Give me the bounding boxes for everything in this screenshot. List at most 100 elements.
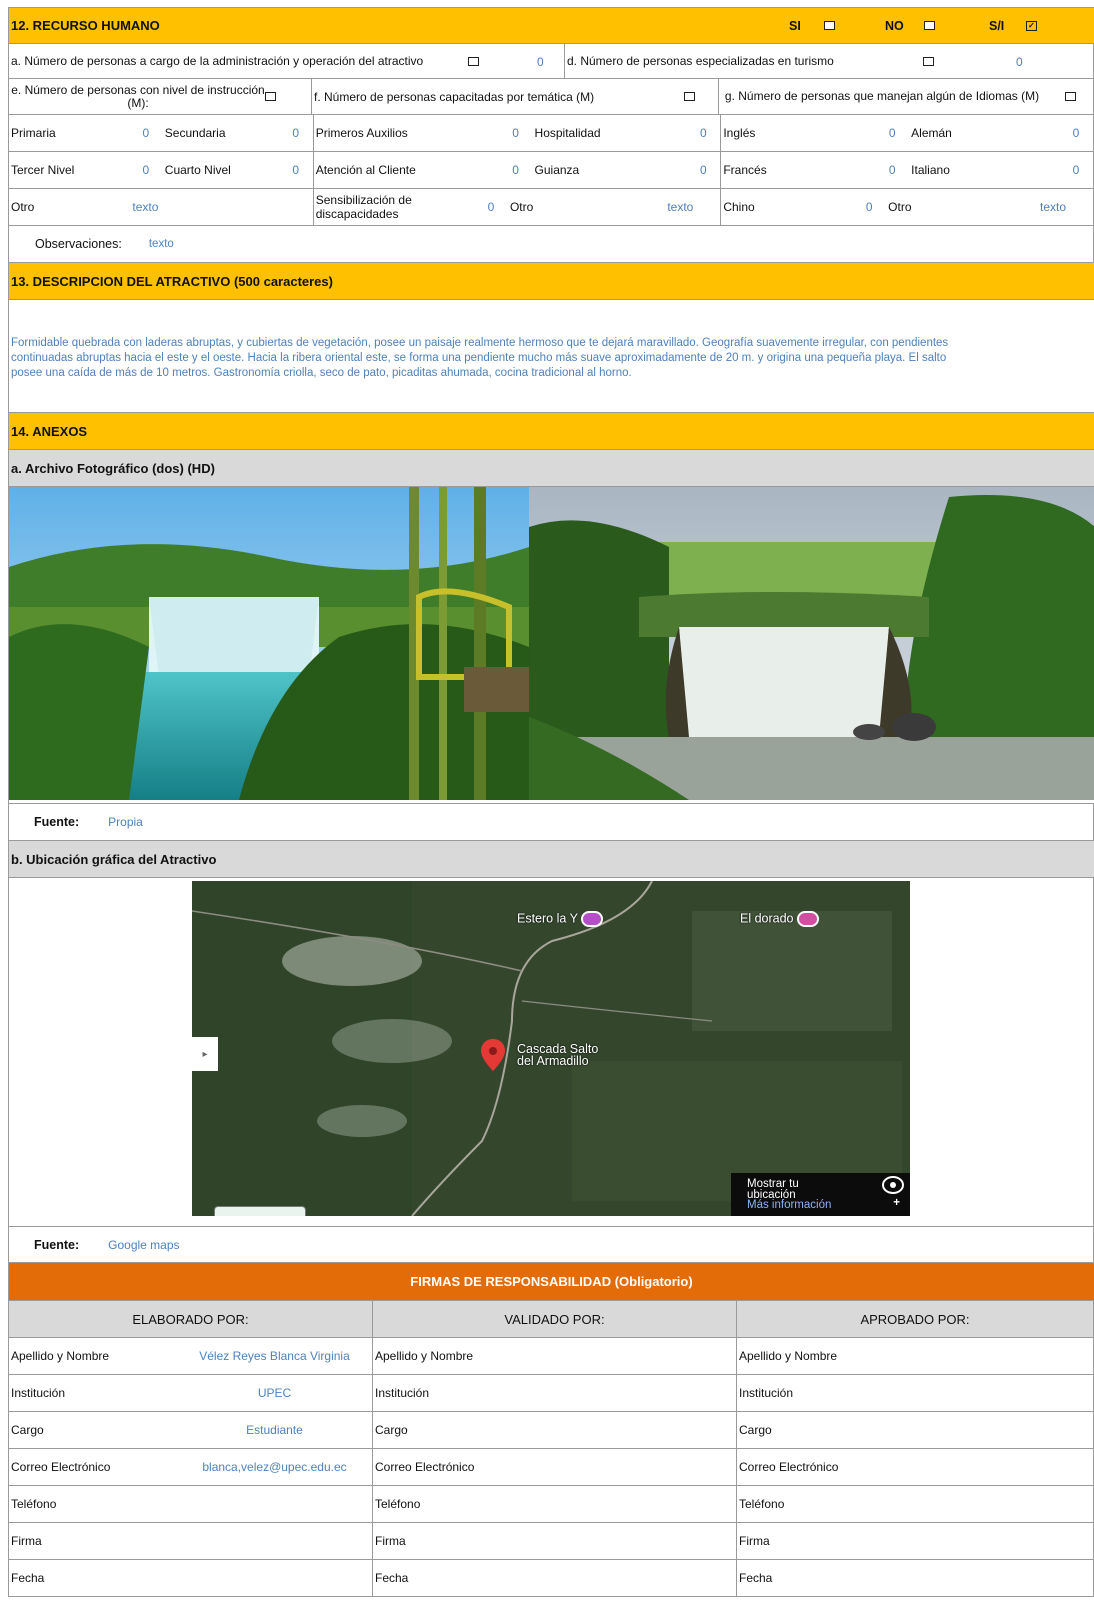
table-row: Otro texto Sensibilización de discapacidad… (8, 189, 1094, 226)
table-cell-group: Primeros Auxilios 0 Hospitalidad 0 (314, 115, 722, 151)
signature-field-value[interactable]: Vélez Reyes Blanca Virginia (179, 1349, 370, 1363)
description-line: Formidable quebrada con laderas abruptas… (11, 337, 949, 349)
signature-field-label: Cargo (375, 1423, 408, 1437)
signature-field-label: Apellido y Nombre (739, 1349, 838, 1363)
validado-cell[interactable]: Correo Electrónico (373, 1449, 737, 1485)
signature-field-label: Institución (739, 1386, 794, 1400)
section-14-header: 14. ANEXOS (8, 413, 1094, 450)
validado-cell[interactable]: Cargo (373, 1412, 737, 1448)
signatures-column-headers: ELABORADO POR: VALIDADO POR: APROBADO PO… (8, 1301, 1094, 1338)
table-label: Atención al Cliente (315, 163, 416, 177)
e-checkbox[interactable] (265, 92, 276, 101)
table-value: 0 (1072, 126, 1080, 140)
row-photo-source: Fuente: Propia (8, 804, 1094, 841)
map-pin-icon[interactable] (481, 1039, 505, 1071)
cell-observations: Observaciones: texto (9, 226, 1094, 262)
cell-e: e. Número de personas con nivel de instr… (9, 79, 312, 114)
aprobado-cell[interactable]: Institución (737, 1375, 1094, 1411)
signature-field-label: Correo Electrónico (375, 1460, 475, 1474)
signature-field-value[interactable]: UPEC (179, 1386, 370, 1400)
table-value: 0 (865, 200, 873, 214)
signature-field-label: Firma (739, 1534, 770, 1548)
row-efg: e. Número de personas con nivel de instr… (8, 79, 1094, 115)
table-label: Otro (888, 200, 912, 214)
aprobado-cell[interactable]: Cargo (737, 1412, 1094, 1448)
observations-label: Observaciones: (35, 237, 122, 251)
aprobado-cell[interactable]: Firma (737, 1523, 1094, 1559)
signature-field-label: Cargo (11, 1423, 44, 1437)
aprobado-cell[interactable]: Fecha (737, 1560, 1094, 1596)
photo-title: a. Archivo Fotográfico (dos) (HD) (11, 460, 215, 476)
description-text: Formidable quebrada con laderas abruptas… (8, 300, 1094, 413)
map-place-estero[interactable]: Estero la Y (517, 911, 604, 927)
table-cell-group: Chino 0 Otro texto (721, 189, 1094, 225)
map-subheader: b. Ubicación gráfica del Atractivo (8, 841, 1094, 878)
table-value: 0 (888, 163, 896, 177)
map-place-dorado[interactable]: El dorado (740, 911, 819, 927)
si-no-info-checkbox[interactable]: ✓ (1026, 21, 1037, 31)
map-layer-thumbnail[interactable] (214, 1206, 306, 1216)
table-label: Sensibilización de discapacidades (315, 193, 412, 221)
row-observations: Observaciones: texto (8, 226, 1094, 263)
validado-cell[interactable]: Teléfono (373, 1486, 737, 1522)
validado-cell[interactable]: Firma (373, 1523, 737, 1559)
no-checkbox[interactable] (924, 21, 935, 30)
si-no-info-label: S/I (989, 19, 1005, 33)
row-ad: a. Número de personas a cargo de la admi… (8, 44, 1094, 79)
table-label: Inglés (723, 126, 756, 140)
signature-field-value[interactable]: blanca,velez@upec.edu.ec (179, 1460, 370, 1474)
aprobado-cell[interactable]: Apellido y Nombre (737, 1338, 1094, 1374)
photo-source-label: Fuente: (34, 815, 80, 829)
validado-cell[interactable]: Fecha (373, 1560, 737, 1596)
table-value: 0 (700, 163, 707, 177)
eye-icon[interactable] (882, 1176, 904, 1194)
photo-subheader: a. Archivo Fotográfico (dos) (HD) (8, 450, 1094, 487)
map-place-estero-label: Estero la Y (517, 911, 578, 926)
d-value: 0 (1016, 55, 1023, 69)
a-checkbox[interactable] (468, 57, 479, 66)
signature-field-label: Institución (375, 1386, 430, 1400)
table-row: Cargo Estudiante Cargo Cargo (8, 1412, 1094, 1449)
d-checkbox[interactable] (923, 57, 934, 66)
table-label: Hospitalidad (534, 126, 601, 140)
table-value: texto (667, 200, 694, 214)
elaborado-cell: Institución UPEC (9, 1375, 373, 1411)
signature-field-value[interactable]: Estudiante (179, 1423, 370, 1437)
table-row: Institución UPEC Institución Institución (8, 1375, 1094, 1412)
table-cell-group: Primaria 0 Secundaria 0 (9, 115, 314, 151)
table-row: Teléfono Teléfono Teléfono (8, 1486, 1094, 1523)
more-info-link[interactable]: Más información (747, 1200, 910, 1211)
validado-cell[interactable]: Institución (373, 1375, 737, 1411)
table-cell-group: Tercer Nivel 0 Cuarto Nivel 0 (9, 152, 314, 188)
table-row: Tercer Nivel 0 Cuarto Nivel 0 Atención al Cl… (8, 152, 1094, 189)
section-13-title: 13. DESCRIPCION DEL ATRACTIVO (500 carac… (11, 273, 333, 289)
column-validado: VALIDADO POR: (373, 1301, 737, 1337)
table-label: Primaria (11, 126, 56, 140)
signatures-table: Apellido y Nombre Vélez Reyes Blanca Virg… (8, 1338, 1094, 1597)
zoom-in-icon[interactable]: + (893, 1198, 900, 1209)
map-frame[interactable]: Estero la Y El dorado Cascada Salto del … (192, 881, 910, 1216)
table-value: 0 (292, 126, 300, 140)
map-expand-button[interactable]: ▸ (192, 1037, 218, 1071)
table-label: Francés (723, 163, 767, 177)
signature-field-label: Correo Electrónico (11, 1460, 111, 1474)
table-value: 0 (142, 163, 150, 177)
f-checkbox[interactable] (684, 92, 695, 101)
elaborado-cell: Teléfono (9, 1486, 373, 1522)
signature-field-label: Apellido y Nombre (375, 1349, 474, 1363)
table-row: Fecha Fecha Fecha (8, 1560, 1094, 1597)
table-cell-group: Inglés 0 Alemán 0 (721, 115, 1094, 151)
si-checkbox[interactable] (824, 21, 835, 30)
cell-g: g. Número de personas que manejan algún … (719, 79, 1094, 114)
g-checkbox[interactable] (1065, 92, 1076, 101)
table-label: Secundaria (164, 126, 226, 140)
section-12-header: 12. RECURSO HUMANO SI NO S/I ✓ (8, 7, 1094, 44)
aprobado-cell[interactable]: Teléfono (737, 1486, 1094, 1522)
section-12-title: 12. RECURSO HUMANO (11, 18, 160, 33)
aprobado-cell[interactable]: Correo Electrónico (737, 1449, 1094, 1485)
table-label (185, 189, 278, 225)
map-source-label: Fuente: (34, 1237, 80, 1252)
validado-cell[interactable]: Apellido y Nombre (373, 1338, 737, 1374)
location-panel: Mostrar tu ubicación Más información + (731, 1173, 910, 1216)
table-cell-group: Atención al Cliente 0 Guianza 0 (314, 152, 722, 188)
